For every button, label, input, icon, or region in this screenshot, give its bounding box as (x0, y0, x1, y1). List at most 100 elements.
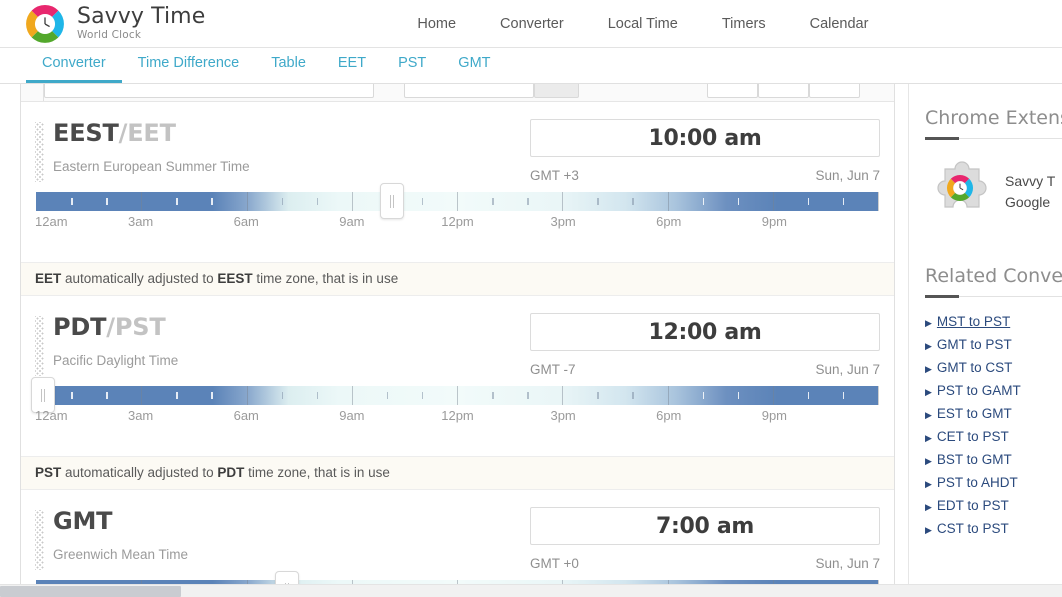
timeline-axis: 12am 3am 6am 9am 12pm 3pm 6pm 9pm (35, 214, 880, 232)
segment-divider (246, 386, 248, 405)
bullet-arrow-icon: ▶ (925, 525, 932, 535)
tab-time-difference[interactable]: Time Difference (122, 51, 256, 83)
related-link-1[interactable]: GMT to PST (937, 334, 1012, 356)
axis-label: 12am (35, 214, 68, 229)
nav-item-calendar[interactable]: Calendar (788, 10, 891, 38)
time-value: 7:00 am (655, 513, 755, 539)
notice-text-after: time zone, that is in use (244, 465, 390, 480)
notice-to-zone: PDT (217, 465, 245, 480)
timeline-slider-eest[interactable]: 12am 3am 6am 9am 12pm 3pm 6pm 9pm (35, 183, 880, 254)
hour-tick (807, 392, 810, 399)
nav-item-local-time[interactable]: Local Time (586, 10, 700, 38)
axis-label: 9am (339, 408, 365, 423)
related-converters-heading: Related Converte (925, 265, 1062, 287)
timeline-bar[interactable] (30, 377, 879, 413)
puzzle-piece-icon (925, 157, 995, 223)
brand-subtitle: World Clock (77, 29, 142, 42)
nav-item-home[interactable]: Home (395, 10, 478, 38)
hour-tick (842, 198, 845, 205)
zone-abbr-primary: PDT (53, 313, 107, 341)
segment-divider (141, 386, 143, 405)
list-item: ▶ CET to PST (925, 426, 1062, 449)
hour-select[interactable] (707, 84, 758, 98)
hour-tick (211, 198, 213, 205)
sidebar: Chrome Extension (908, 84, 1062, 597)
time-input-pdt[interactable]: 12:00 am (530, 313, 880, 351)
timeline-slider-pdt[interactable]: 12am 3am 6am 9am 12pm 3pm 6pm 9pm (30, 377, 880, 448)
hour-tick (106, 198, 108, 205)
converter-column: EEST/EET Eastern European Summer Time 10… (0, 84, 908, 597)
related-link-9[interactable]: CST to PST (937, 518, 1009, 540)
axis-label: 12am (35, 408, 68, 423)
nav-item-converter[interactable]: Converter (478, 10, 586, 38)
tab-converter[interactable]: Converter (26, 51, 122, 83)
nav-item-timers[interactable]: Timers (700, 10, 788, 38)
hour-tick (281, 198, 284, 205)
heading-rule (925, 295, 1062, 298)
ampm-select[interactable] (809, 84, 860, 98)
axis-label: 3pm (550, 408, 576, 423)
zone-abbr-primary: EEST (53, 119, 119, 147)
zone-full-name: Greenwich Mean Time (53, 547, 189, 562)
related-link-4[interactable]: EST to GMT (937, 403, 1012, 425)
heading-rule (925, 137, 1062, 140)
tab-table[interactable]: Table (255, 51, 322, 83)
time-input-eest[interactable]: 10:00 am (530, 119, 880, 157)
horizontal-scrollbar[interactable] (0, 584, 1062, 597)
related-link-5[interactable]: CET to PST (937, 426, 1009, 448)
related-link-0[interactable]: MST to PST (937, 311, 1010, 333)
hour-tick (737, 198, 740, 205)
list-item: ▶ BST to GMT (925, 449, 1062, 472)
list-item: ▶ EST to GMT (925, 403, 1062, 426)
related-link-6[interactable]: BST to GMT (937, 449, 1012, 471)
bullet-arrow-icon: ▶ (925, 364, 932, 374)
zone-input-field[interactable] (44, 84, 374, 98)
hour-tick (737, 392, 740, 399)
calendar-button[interactable] (534, 84, 579, 98)
drag-handle-icon[interactable] (35, 510, 44, 570)
drag-handle-icon[interactable] (35, 122, 44, 182)
chrome-extension-line-1: Savvy T (1005, 173, 1056, 189)
axis-label: 6pm (656, 214, 682, 229)
gmt-offset: GMT +0 (530, 556, 579, 571)
axis-label: 6pm (656, 408, 682, 423)
list-item: ▶ CST to PST (925, 518, 1062, 541)
bullet-arrow-icon: ▶ (925, 479, 932, 489)
zone-abbr-separator: / (106, 313, 115, 341)
chrome-extension-item[interactable]: Savvy T Google (925, 157, 1062, 223)
axis-label: 9pm (761, 408, 788, 423)
dst-notice-eest: EET automatically adjusted to EEST time … (21, 262, 894, 296)
notice-text-after: time zone, that is in use (252, 271, 399, 286)
related-link-7[interactable]: PST to AHDT (937, 472, 1018, 494)
time-input-gmt[interactable]: 7:00 am (530, 507, 880, 545)
scrollbar-thumb[interactable] (0, 586, 181, 597)
tab-gmt[interactable]: GMT (442, 51, 506, 83)
segment-divider (772, 192, 774, 211)
tab-pst[interactable]: PST (382, 51, 442, 83)
savvy-time-logo-icon (24, 3, 66, 45)
zone-date: Sun, Jun 7 (815, 168, 880, 183)
hour-tick (842, 392, 845, 399)
date-input-field[interactable] (404, 84, 534, 98)
timeline-bar[interactable] (36, 183, 879, 219)
related-link-2[interactable]: GMT to CST (937, 357, 1013, 379)
related-link-3[interactable]: PST to GAMT (937, 380, 1021, 402)
related-link-8[interactable]: EDT to PST (937, 495, 1009, 517)
gmt-offset: GMT -7 (530, 362, 576, 377)
hour-tick (492, 198, 494, 205)
zone-date: Sun, Jun 7 (815, 362, 880, 377)
main-navigation: Home Converter Local Time Timers Calenda… (395, 10, 890, 38)
hour-tick (527, 198, 529, 205)
axis-label: 12pm (441, 408, 474, 423)
drag-handle-icon[interactable] (35, 316, 44, 376)
axis-label: 6am (233, 408, 259, 423)
notice-from-zone: EET (35, 271, 62, 286)
segment-divider (246, 192, 248, 211)
time-value: 12:00 am (648, 319, 762, 345)
list-item: ▶ PST to GAMT (925, 380, 1062, 403)
notice-from-zone: PST (35, 465, 62, 480)
tab-eet[interactable]: EET (322, 51, 382, 83)
list-item: ▶ PST to AHDT (925, 472, 1062, 495)
brand-logo[interactable]: Savvy Time World Clock (0, 3, 205, 45)
minute-select[interactable] (758, 84, 809, 98)
